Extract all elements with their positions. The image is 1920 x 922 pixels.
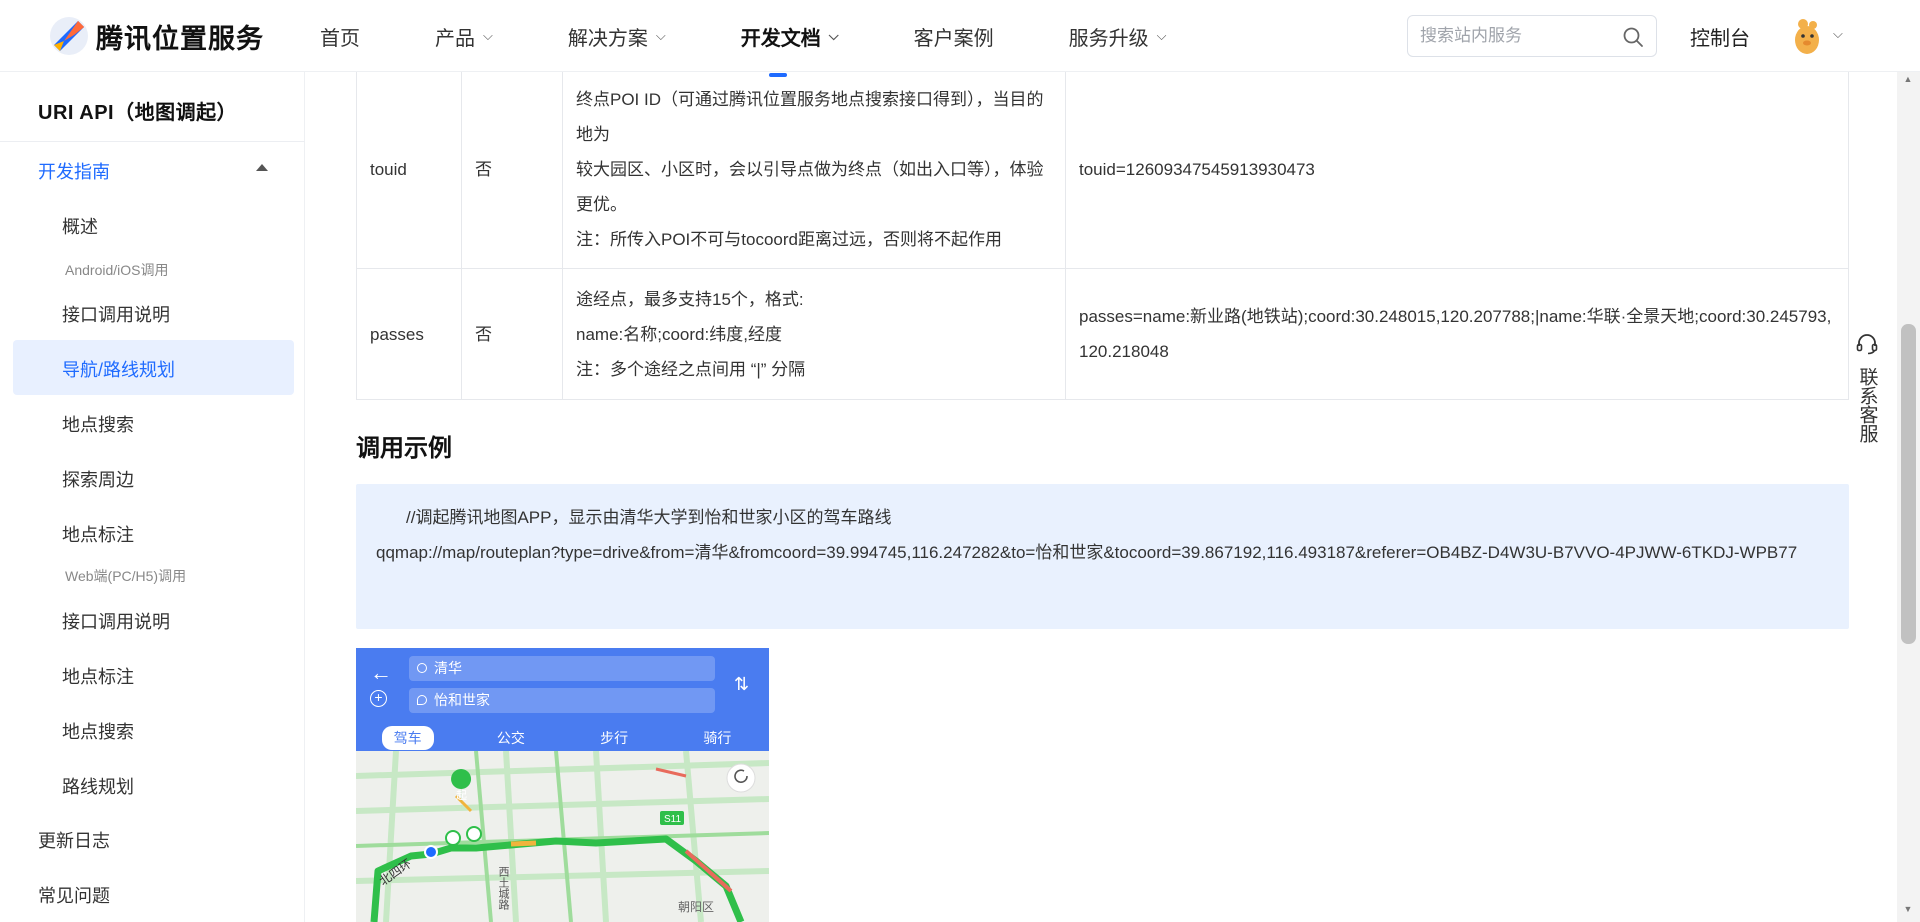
nav-upgrade[interactable]: 服务升级 ⌵ bbox=[1069, 22, 1167, 51]
nav-home[interactable]: 首页 bbox=[320, 22, 360, 51]
param-desc: 终点POI ID（可通过腾讯位置服务地点搜索接口得到），当目的地为 较大园区、小… bbox=[562, 72, 1066, 269]
sidebar-item-web-place-marker[interactable]: 地点标注 bbox=[62, 663, 134, 689]
nav-label: 产品 bbox=[435, 27, 475, 50]
table-row: touid 否 终点POI ID（可通过腾讯位置服务地点搜索接口得到），当目的地… bbox=[356, 72, 1849, 269]
scroll-down-icon[interactable]: ▼ bbox=[1900, 904, 1916, 920]
param-name: touid bbox=[356, 72, 462, 269]
scroll-up-icon[interactable]: ▲ bbox=[1900, 74, 1916, 90]
desc-line: name:名称;coord:纬度,经度 bbox=[576, 324, 782, 344]
sidebar-item-faq[interactable]: 常见问题 bbox=[38, 882, 110, 908]
brand-logo[interactable]: 腾讯位置服务 bbox=[48, 15, 264, 57]
code-comment: //调起腾讯地图APP，显示由清华大学到怡和世家小区的驾车路线 bbox=[406, 508, 892, 527]
sidebar-item-overview[interactable]: 概述 bbox=[62, 213, 98, 239]
code-url: qqmap://map/routeplan?type=drive&from=清华… bbox=[376, 543, 1798, 562]
sidebar-item-web-api-call[interactable]: 接口调用说明 bbox=[62, 608, 170, 634]
route-from-field: 清华 bbox=[409, 656, 715, 681]
sidebar-title: URI API（地图调起） bbox=[38, 102, 238, 124]
chevron-down-icon[interactable]: ⌵ bbox=[1833, 26, 1843, 42]
param-name: passes bbox=[356, 268, 462, 400]
district-label: 朝阳区 bbox=[678, 900, 714, 914]
desc-line: 注：多个途经之点间用 “|” 分隔 bbox=[576, 359, 806, 379]
scrollbar-thumb[interactable] bbox=[1901, 324, 1916, 644]
search-icon[interactable] bbox=[1622, 26, 1644, 48]
back-arrow-icon: ← bbox=[370, 660, 392, 685]
main-nav: 首页 产品 ⌵ 解决方案 ⌵ 开发文档 ⌵ 客户案例 服务升级 ⌵ bbox=[320, 0, 1167, 77]
sidebar-group-dev-guide[interactable]: 开发指南 bbox=[38, 158, 268, 184]
route-to-field: 怡和世家 bbox=[409, 688, 715, 713]
transport-tabs: 驾车 公交 步行 骑行 bbox=[356, 724, 769, 751]
sidebar-subheading-android-ios: Android/iOS调用 bbox=[65, 262, 169, 278]
sidebar-subheading-web: Web端(PC/H5)调用 bbox=[65, 568, 187, 584]
nav-label: 解决方案 bbox=[567, 27, 648, 50]
caret-up-icon bbox=[256, 164, 268, 171]
desc-line: 途经点，最多支持15个，格式: bbox=[576, 289, 804, 309]
nav-products[interactable]: 产品 ⌵ bbox=[435, 22, 493, 51]
chevron-down-icon: ⌵ bbox=[1156, 28, 1167, 43]
tab-walk: 步行 bbox=[600, 729, 629, 746]
doc-content: touid 否 终点POI ID（可通过腾讯位置服务地点搜索接口得到），当目的地… bbox=[356, 72, 1849, 922]
sidebar-item-place-marker[interactable]: 地点标注 bbox=[62, 521, 134, 547]
road-label: 西土城路 bbox=[497, 866, 510, 911]
code-example-block: //调起腾讯地图APP，显示由清华大学到怡和世家小区的驾车路线 qqmap://… bbox=[356, 484, 1849, 629]
destination-pin-icon bbox=[417, 695, 427, 705]
tencent-location-logo-icon bbox=[50, 17, 88, 55]
route-to-label: 怡和世家 bbox=[434, 692, 490, 708]
nav-label: 开发文档 bbox=[740, 27, 821, 50]
sidebar-item-changelog[interactable]: 更新日志 bbox=[38, 827, 110, 853]
contact-label: 联系客服 bbox=[1856, 367, 1878, 443]
nav-docs[interactable]: 开发文档 ⌵ bbox=[740, 22, 839, 77]
swap-icon: ⇅ bbox=[734, 674, 750, 694]
site-search bbox=[1407, 15, 1657, 57]
sidebar-item-web-place-search[interactable]: 地点搜索 bbox=[62, 718, 134, 744]
nav-solutions[interactable]: 解决方案 ⌵ bbox=[568, 22, 666, 51]
contact-support-button[interactable]: 联系客服 bbox=[1852, 332, 1882, 443]
headset-icon bbox=[1856, 334, 1878, 355]
chevron-down-icon: ⌵ bbox=[655, 28, 666, 43]
table-row: passes 否 途经点，最多支持15个，格式: name:名称;coord:纬… bbox=[356, 268, 1849, 400]
param-example: touid=12609347545913930473 bbox=[1065, 72, 1849, 269]
console-link[interactable]: 控制台 bbox=[1690, 22, 1750, 51]
start-marker-label: 起 bbox=[456, 789, 467, 802]
chevron-down-icon: ⌵ bbox=[828, 28, 839, 43]
route-from-label: 清华 bbox=[434, 660, 462, 676]
desc-line: 终点POI ID（可通过腾讯位置服务地点搜索接口得到），当目的地为 bbox=[576, 90, 1044, 144]
sidebar-item-explore-nearby[interactable]: 探索周边 bbox=[62, 466, 134, 492]
sidebar-group-label: 开发指南 bbox=[38, 162, 110, 182]
nav-label: 客户案例 bbox=[913, 27, 994, 50]
divider bbox=[0, 141, 305, 142]
sidebar-item-navigation-route[interactable]: 导航/路线规划 bbox=[62, 356, 175, 382]
highway-badge: S11 bbox=[664, 814, 681, 825]
sidebar-item-place-search[interactable]: 地点搜索 bbox=[62, 411, 134, 437]
param-desc: 途经点，最多支持15个，格式: name:名称;coord:纬度,经度 注：多个… bbox=[562, 268, 1066, 400]
route-map: 起 北四环 西土城路 S11 朝阳区 bbox=[356, 750, 769, 922]
nav-cases[interactable]: 客户案例 bbox=[914, 22, 994, 51]
section-heading-example: 调用示例 bbox=[356, 435, 452, 462]
sidebar-item-api-call[interactable]: 接口调用说明 bbox=[62, 301, 170, 327]
page-scrollbar[interactable] bbox=[1897, 72, 1920, 922]
tab-drive: 驾车 bbox=[381, 725, 434, 750]
doc-sidebar: URI API（地图调起） 开发指南 概述 Android/iOS调用 接口调用… bbox=[0, 72, 305, 922]
avatar-icon[interactable] bbox=[1790, 16, 1824, 56]
params-table: touid 否 终点POI ID（可通过腾讯位置服务地点搜索接口得到），当目的地… bbox=[356, 72, 1849, 400]
search-input[interactable] bbox=[1408, 16, 1608, 56]
param-required: 否 bbox=[461, 268, 563, 400]
tab-transit: 公交 bbox=[496, 729, 525, 746]
top-navbar: 腾讯位置服务 首页 产品 ⌵ 解决方案 ⌵ 开发文档 ⌵ 客户案例 服务升级 ⌵ 控制台… bbox=[0, 0, 1920, 77]
chevron-down-icon: ⌵ bbox=[483, 28, 493, 43]
nav-label: 服务升级 bbox=[1068, 27, 1149, 50]
desc-line: 较大园区、小区时，会以引导点做为终点（如出入口等），体验更优。 bbox=[576, 160, 1044, 214]
desc-line: 注：所传入POI不可与tocoord距离过远，否则将不起作用 bbox=[576, 230, 1002, 249]
app-route-header: ← + 清华 怡和世家 ⇅ 驾车 公交 步行 骑行 bbox=[356, 648, 769, 751]
nav-label: 首页 bbox=[320, 27, 360, 50]
param-required: 否 bbox=[461, 72, 563, 269]
origin-dot-icon bbox=[417, 663, 427, 673]
add-waypoint-icon: + bbox=[370, 690, 387, 707]
param-example: passes=name:新业路(地铁站);coord:30.248015,120… bbox=[1065, 268, 1849, 400]
sidebar-item-web-route-plan[interactable]: 路线规划 bbox=[62, 773, 134, 799]
tab-bike: 骑行 bbox=[703, 729, 732, 746]
app-route-screenshot: ← + 清华 怡和世家 ⇅ 驾车 公交 步行 骑行 起 北四环 西土城路 S11… bbox=[356, 648, 769, 922]
route-map-svg: 起 北四环 西土城路 S11 朝阳区 bbox=[356, 750, 769, 922]
brand-name: 腾讯位置服务 bbox=[96, 23, 264, 54]
